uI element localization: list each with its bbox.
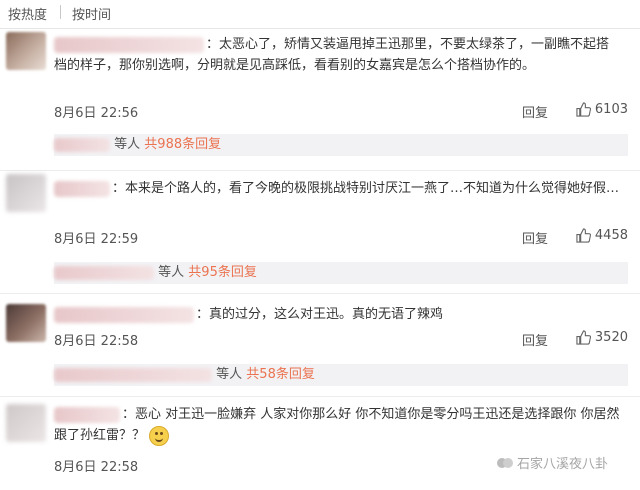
comment-item: ：太恶心了，矫情又装逼甩掉王迅那里，不要太绿茶了，一副瞧不起搭档的样子，那你别选… [0, 28, 640, 158]
avatar[interactable] [6, 174, 46, 212]
view-replies-link[interactable]: 共988条回复 [144, 137, 221, 152]
comment-text: ：本来是个路人的，看了今晚的极限挑战特别讨厌江一燕了…不知道为什么觉得她好假… [112, 181, 620, 196]
reply-button[interactable]: 回复 [522, 228, 548, 247]
sort-divider [60, 5, 61, 19]
comment-body: ：太恶心了，矫情又装逼甩掉王迅那里，不要太绿茶了，一副瞧不起搭档的样子，那你别选… [54, 34, 620, 76]
divider [0, 396, 640, 397]
comment-item: ：真的过分，这么对王迅。真的无语了辣鸡 8月6日 22:58 回复 3520 等… [0, 296, 640, 396]
comment-body: ：真的过分，这么对王迅。真的无语了辣鸡 [54, 304, 620, 325]
reply-button[interactable]: 回复 [522, 330, 548, 349]
comment-time: 8月6日 22:59 [54, 232, 139, 247]
username[interactable] [54, 180, 110, 197]
like-count: 3520 [594, 330, 628, 345]
replier-names [54, 137, 110, 152]
comment-meta: 8月6日 22:58 回复 3520 [54, 330, 628, 350]
view-replies-link[interactable]: 共95条回复 [188, 265, 257, 280]
comment-meta: 8月6日 22:56 回复 6103 [54, 102, 628, 122]
comment-time: 8月6日 22:58 [54, 334, 139, 349]
like-count: 6103 [594, 102, 628, 117]
username[interactable] [54, 306, 194, 323]
avatar[interactable] [6, 404, 46, 442]
comment-body: ：恶心 对王迅一脸嫌弃 人家对你那么好 你不知道你是零分吗王迅还是选择跟你 你居… [54, 404, 620, 446]
reply-thread-bar[interactable]: 等人 共95条回复 [54, 262, 628, 284]
like-button[interactable]: 6103 [576, 102, 628, 117]
replier-names [54, 265, 154, 280]
username[interactable] [54, 406, 120, 423]
wechat-logo-icon [497, 457, 513, 469]
reply-thread-prefix: 等人 [158, 265, 185, 280]
comment-item: ：恶心 对王迅一脸嫌弃 人家对你那么好 你不知道你是零分吗王迅还是选择跟你 你居… [0, 398, 640, 490]
like-count: 4458 [594, 228, 628, 243]
reply-thread-bar[interactable]: 等人 共58条回复 [54, 364, 628, 386]
reply-thread-prefix: 等人 [216, 367, 243, 382]
comment-meta: 8月6日 22:59 回复 4458 [54, 228, 628, 248]
view-replies-link[interactable]: 共58条回复 [246, 367, 315, 382]
like-button[interactable]: 3520 [576, 330, 628, 345]
comment-time: 8月6日 22:56 [54, 106, 139, 121]
sort-by-time-tab[interactable]: 按时间 [72, 4, 111, 23]
sort-bar: 按热度 按时间 [0, 0, 640, 29]
comment-text: ：真的过分，这么对王迅。真的无语了辣鸡 [196, 307, 444, 322]
comment-text: ：恶心 对王迅一脸嫌弃 人家对你那么好 你不知道你是零分吗王迅还是选择跟你 你居… [54, 407, 620, 443]
divider [0, 293, 640, 294]
avatar[interactable] [6, 32, 46, 70]
replier-names [54, 367, 212, 382]
divider [0, 170, 640, 171]
like-button[interactable]: 4458 [576, 228, 628, 243]
smile-emoji-icon [149, 425, 170, 446]
sort-by-hot-tab[interactable]: 按热度 [8, 4, 47, 23]
thumbs-up-icon [576, 228, 591, 243]
username[interactable] [54, 36, 204, 53]
comment-time: 8月6日 22:58 [54, 460, 139, 475]
reply-button[interactable]: 回复 [522, 102, 548, 121]
reply-thread-bar[interactable]: 等人 共988条回复 [54, 134, 628, 156]
avatar[interactable] [6, 304, 46, 342]
watermark: 石家八溪夜八卦 [497, 453, 608, 472]
reply-thread-prefix: 等人 [114, 137, 141, 152]
thumbs-up-icon [576, 330, 591, 345]
thumbs-up-icon [576, 102, 591, 117]
comment-body: ：本来是个路人的，看了今晚的极限挑战特别讨厌江一燕了…不知道为什么觉得她好假… [54, 178, 620, 199]
comment-item: ：本来是个路人的，看了今晚的极限挑战特别讨厌江一燕了…不知道为什么觉得她好假… … [0, 172, 640, 292]
watermark-text: 石家八溪夜八卦 [517, 457, 609, 472]
